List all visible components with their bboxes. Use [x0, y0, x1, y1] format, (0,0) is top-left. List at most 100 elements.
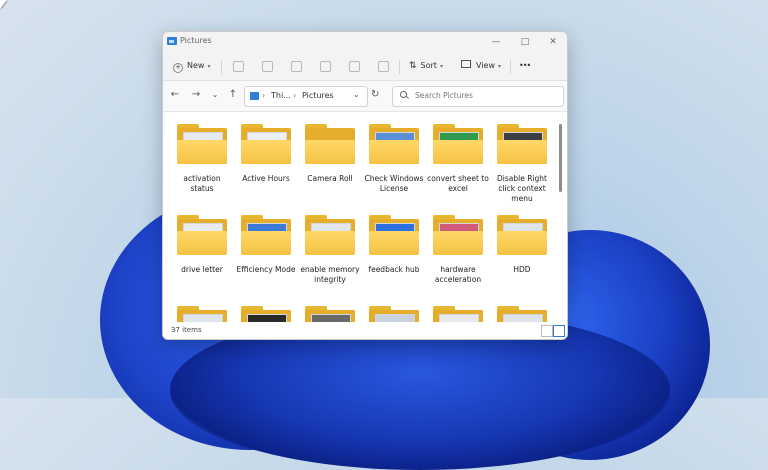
- folder-item[interactable]: [299, 306, 361, 322]
- folder-item[interactable]: Active Hours: [235, 124, 297, 204]
- file-grid: activation status Active Hours Camera Roll…: [163, 112, 555, 322]
- folder-icon: [241, 215, 291, 255]
- view-button[interactable]: View ▾: [461, 58, 501, 74]
- folder-label: Disable Right click context menu: [497, 174, 547, 203]
- folder-item[interactable]: [427, 306, 489, 322]
- window-title: Pictures: [180, 36, 212, 45]
- cut-icon[interactable]: [233, 61, 244, 72]
- minimize-button[interactable]: —: [488, 34, 504, 50]
- folder-icon: [497, 124, 547, 164]
- file-explorer-window: Pictures — □ ✕ + New ▾ ⇅ Sort ▾ View ▾ ••• ← …: [162, 31, 568, 340]
- folder-item[interactable]: hardware acceleration: [427, 215, 489, 295]
- folder-label: enable memory integrity: [300, 265, 360, 284]
- folder-icon: [433, 124, 483, 164]
- folder-icon: [241, 306, 291, 322]
- folder-icon: [369, 124, 419, 164]
- folder-icon: [433, 306, 483, 322]
- folder-label: convert sheet to excel: [427, 174, 489, 193]
- pictures-folder-icon: [250, 92, 259, 100]
- folder-item[interactable]: [235, 306, 297, 322]
- share-icon[interactable]: [349, 61, 360, 72]
- item-count: 37 items: [171, 326, 202, 334]
- folder-item[interactable]: Camera Roll: [299, 124, 361, 204]
- folder-icon: [241, 124, 291, 164]
- folder-icon: [177, 215, 227, 255]
- title-bar[interactable]: Pictures — □ ✕: [163, 32, 567, 52]
- pictures-folder-icon: [167, 37, 177, 45]
- view-label: View: [476, 61, 495, 70]
- recent-locations-icon[interactable]: ⌄: [209, 89, 221, 101]
- search-icon: [400, 91, 407, 98]
- folder-item[interactable]: [491, 306, 553, 322]
- folder-item[interactable]: drive letter: [171, 215, 233, 295]
- folder-label: Active Hours: [242, 174, 290, 183]
- folder-item[interactable]: Efficiency Mode: [235, 215, 297, 295]
- close-button[interactable]: ✕: [545, 34, 561, 50]
- folder-icon: [177, 124, 227, 164]
- details-view-icon[interactable]: [541, 325, 553, 337]
- folder-icon: [369, 215, 419, 255]
- up-icon[interactable]: ↑: [227, 89, 239, 101]
- folder-item[interactable]: HDD: [491, 215, 553, 295]
- see-more-button[interactable]: •••: [519, 58, 531, 74]
- toolbar-divider: [510, 60, 511, 74]
- copy-icon[interactable]: [262, 61, 273, 72]
- folder-label: Efficiency Mode: [236, 265, 296, 274]
- sort-button[interactable]: ⇅ Sort ▾: [409, 58, 443, 74]
- view-icon: [461, 60, 471, 68]
- search-input[interactable]: [413, 90, 557, 101]
- status-bar: 37 items: [163, 322, 567, 339]
- folder-item[interactable]: Disable Right click context menu: [491, 124, 553, 204]
- folder-item[interactable]: [363, 306, 425, 322]
- chevron-down-icon: ▾: [207, 63, 211, 70]
- sort-icon: ⇅: [409, 61, 417, 71]
- folder-label: Camera Roll: [307, 174, 353, 183]
- paste-icon[interactable]: [291, 61, 302, 72]
- folder-icon: [433, 215, 483, 255]
- navigation-bar: ← → ⌄ ↑ › Thi... › Pictures ⌄ ↻: [163, 81, 567, 112]
- rename-icon[interactable]: [320, 61, 331, 72]
- toolbar-divider: [399, 60, 400, 74]
- folder-icon: [497, 215, 547, 255]
- chevron-down-icon: ▾: [497, 63, 501, 70]
- folder-item[interactable]: [171, 306, 233, 322]
- chevron-down-icon[interactable]: ⌄: [353, 90, 360, 99]
- delete-icon[interactable]: [378, 61, 389, 72]
- new-button[interactable]: + New ▾: [173, 58, 210, 74]
- folder-label: hardware acceleration: [434, 265, 482, 284]
- back-icon[interactable]: ←: [169, 89, 181, 101]
- folder-label: HDD: [513, 265, 531, 274]
- sort-label: Sort: [420, 61, 437, 70]
- folder-label: Check Windows License: [364, 174, 424, 193]
- folder-icon: [369, 306, 419, 322]
- folder-item[interactable]: activation status: [171, 124, 233, 204]
- tiles-view-icon[interactable]: [553, 325, 565, 337]
- folder-icon: [177, 306, 227, 322]
- refresh-icon[interactable]: ↻: [371, 89, 379, 100]
- folder-icon: [497, 306, 547, 322]
- maximize-button[interactable]: □: [517, 34, 533, 50]
- folder-label: activation status: [183, 174, 221, 193]
- breadcrumb-separator-icon: ›: [293, 91, 297, 100]
- folder-item[interactable]: Check Windows License: [363, 124, 425, 204]
- folder-item[interactable]: convert sheet to excel: [427, 124, 489, 204]
- folder-item[interactable]: feedback hub: [363, 215, 425, 295]
- plus-icon: +: [173, 63, 183, 73]
- chevron-down-icon: ▾: [439, 63, 443, 70]
- command-bar: + New ▾ ⇅ Sort ▾ View ▾ •••: [163, 52, 567, 81]
- folder-icon: [305, 306, 355, 322]
- search-box[interactable]: [392, 86, 564, 107]
- new-label: New: [187, 61, 205, 70]
- address-bar[interactable]: › Thi... › Pictures ⌄: [244, 86, 368, 107]
- folder-icon: [305, 215, 355, 255]
- breadcrumb-this-pc[interactable]: Thi...: [271, 91, 291, 100]
- breadcrumb-separator-icon: ›: [262, 91, 266, 100]
- breadcrumb-pictures[interactable]: Pictures: [302, 91, 334, 100]
- folder-item[interactable]: enable memory integrity: [299, 215, 361, 295]
- folder-label: drive letter: [181, 265, 223, 274]
- toolbar-divider: [221, 60, 222, 74]
- mouse-cursor-icon: [0, 0, 7, 9]
- folder-label: feedback hub: [368, 265, 420, 274]
- vertical-scrollbar[interactable]: [559, 124, 562, 192]
- forward-icon[interactable]: →: [190, 89, 202, 101]
